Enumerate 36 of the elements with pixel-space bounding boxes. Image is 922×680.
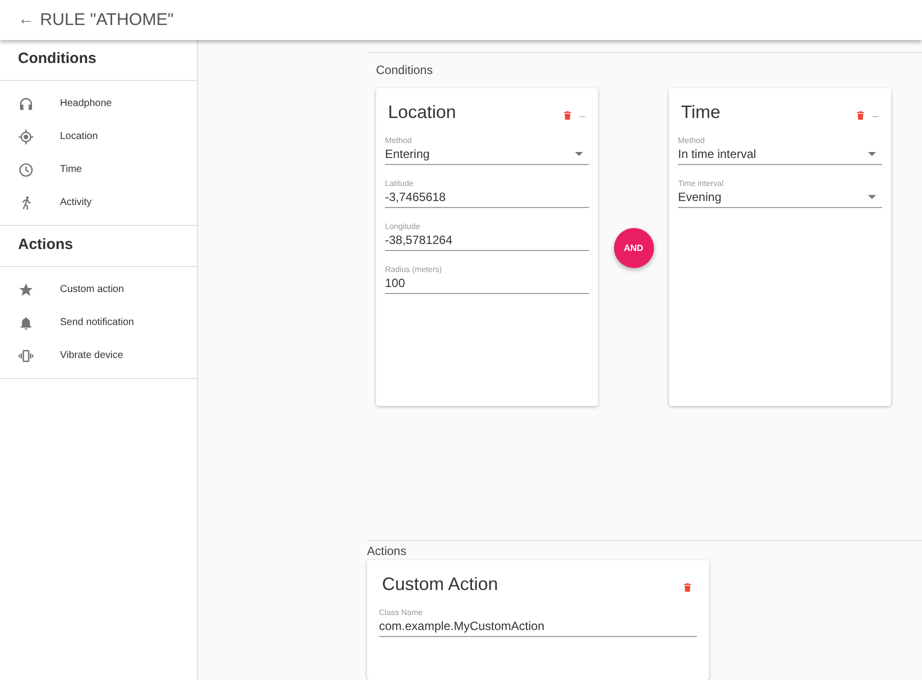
- vibrating-phone-icon: [18, 348, 34, 364]
- star-icon: [18, 282, 34, 298]
- delete-icon[interactable]: [564, 110, 572, 120]
- card-title: Location: [387, 102, 458, 122]
- card-title: Custom Action: [381, 574, 500, 594]
- form-field[interactable]: Latitude -3,7465618: [385, 179, 589, 208]
- form-field[interactable]: Method In time interval: [678, 136, 882, 165]
- form-field[interactable]: Radius (meters) 100: [385, 265, 589, 294]
- clock-icon: [18, 162, 34, 178]
- dropdown-caret-icon: [868, 195, 876, 199]
- form-field[interactable]: Class Name com.example.MyCustomAction: [379, 608, 697, 637]
- form-field[interactable]: Method Entering: [385, 136, 589, 165]
- sidebar-item[interactable]: Activity: [60, 197, 92, 208]
- sidebar-item[interactable]: Location: [60, 131, 98, 142]
- operator-button[interactable]: AND: [614, 228, 654, 268]
- sidebar-item[interactable]: Custom action: [60, 284, 124, 295]
- sidebar-section-title: Conditions: [0, 40, 197, 81]
- sidebar-item[interactable]: Time: [60, 164, 82, 175]
- section-title: Actions: [367, 544, 408, 558]
- card-title: Time: [680, 102, 722, 122]
- delete-icon[interactable]: [857, 110, 864, 120]
- dropdown-caret-icon: [868, 152, 876, 156]
- dropdown-caret-icon: [575, 152, 583, 156]
- back-arrow-button[interactable]: ←: [18, 11, 34, 29]
- bell-icon: [18, 314, 34, 330]
- location-target-icon: [18, 128, 34, 144]
- form-field[interactable]: Longitude -38,5781264: [385, 222, 589, 251]
- sidebar-item[interactable]: Send notification: [60, 317, 134, 328]
- headphone-icon: [18, 96, 34, 112]
- delete-icon[interactable]: [684, 582, 691, 592]
- sidebar-item[interactable]: Headphone: [60, 98, 112, 109]
- sidebar-item[interactable]: Vibrate device: [60, 350, 124, 361]
- sidebar-section-title: Actions: [0, 226, 197, 267]
- page-title: RULE "ATHOME": [40, 10, 174, 30]
- form-field[interactable]: Time interval Evening: [678, 179, 882, 208]
- section-title: Conditions: [376, 63, 434, 77]
